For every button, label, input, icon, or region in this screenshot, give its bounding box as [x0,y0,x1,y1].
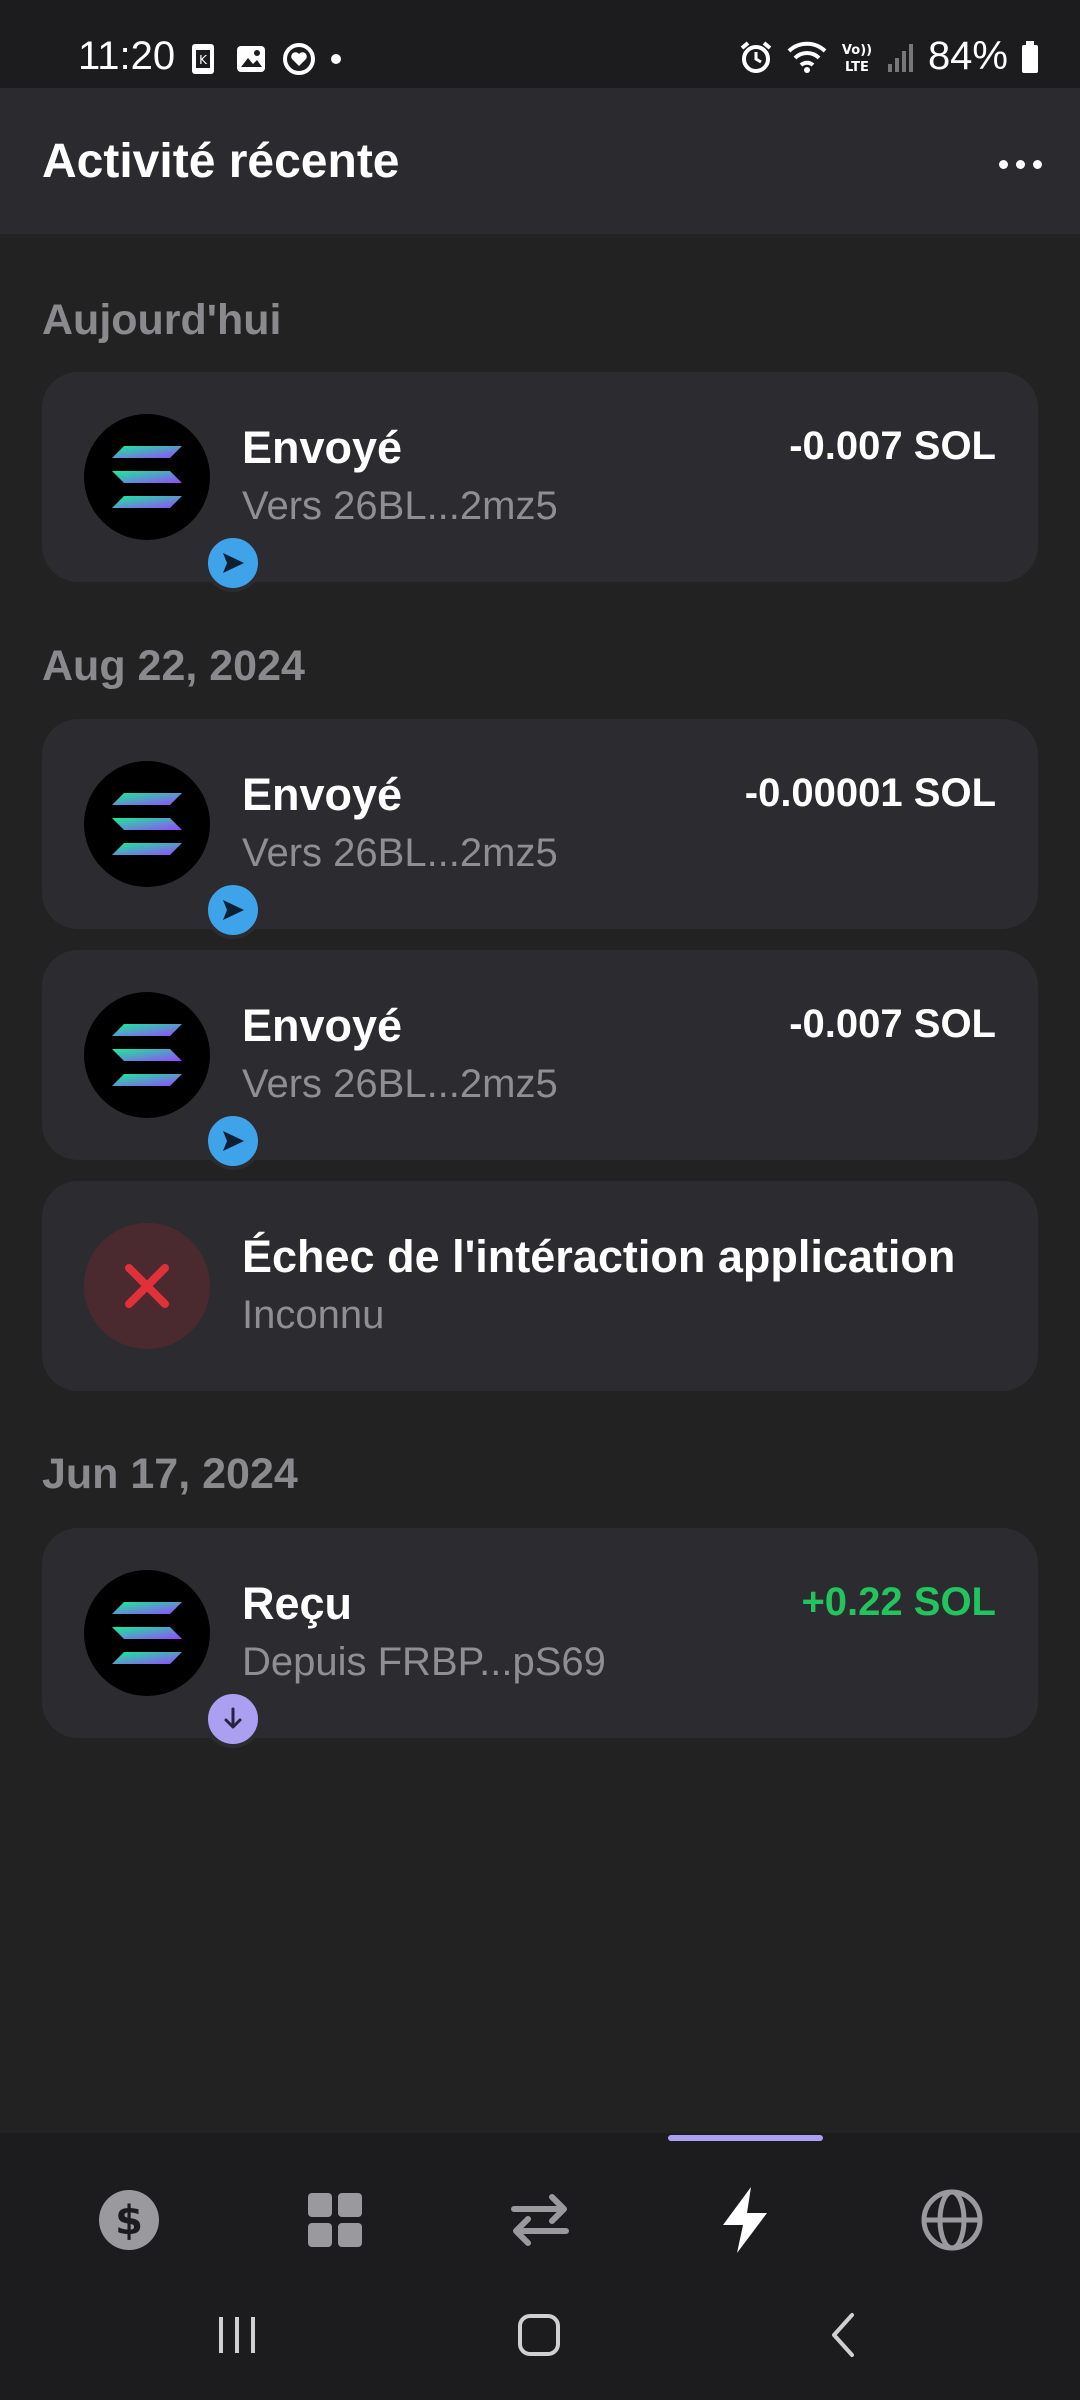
section-label-jun-17: Jun 17, 2024 [42,1450,298,1498]
more-dot-icon [998,159,1008,169]
sent-badge [204,1112,262,1170]
transaction-amount: -0.00001 SOL [744,771,996,815]
page-title: Activité récente [42,135,400,188]
transaction-title: Envoyé [242,422,403,473]
transaction-amount: -0.007 SOL [789,1002,996,1046]
more-options-button[interactable] [990,144,1050,184]
transaction-title: Reçu [242,1578,353,1629]
battery-icon [1022,40,1038,73]
section-label-today: Aujourd'hui [42,296,282,344]
transaction-item[interactable]: Envoyé Vers 26BL...2mz5 -0.007 SOL [42,950,1038,1170]
transaction-subtitle: Inconnu [242,1293,385,1337]
nav-tab-collectibles[interactable] [280,2170,390,2270]
gallery-icon [237,46,265,72]
dot-icon [331,54,341,64]
solana-token-avatar [84,992,262,1170]
nav-tab-swap[interactable] [485,2170,595,2270]
transaction-amount: +0.22 SOL [801,1580,996,1624]
transaction-title: Envoyé [242,1000,403,1051]
home-button[interactable] [494,2300,584,2370]
globe-icon [921,2189,983,2251]
svg-text:K: K [199,53,208,67]
solana-logo-icon [112,1024,182,1086]
solana-token-avatar [84,1570,262,1748]
transaction-subtitle: Vers 26BL...2mz5 [242,1062,558,1106]
sent-badge [204,534,262,592]
home-icon [518,2314,560,2356]
close-x-icon [125,1264,169,1308]
svg-text:LTE: LTE [845,60,869,75]
send-arrow-icon [223,553,244,573]
lightning-icon [723,2187,767,2253]
recent-apps-button[interactable] [192,2300,282,2370]
status-notification-icons: K [186,42,342,76]
solana-logo-icon [112,793,182,855]
more-dot-icon [1015,159,1025,169]
svg-text:Vo)): Vo)) [842,43,872,58]
failed-avatar [84,1223,210,1349]
solana-token-avatar [84,414,262,592]
transaction-subtitle: Vers 26BL...2mz5 [242,831,558,875]
status-right-icons: Vo)) LTE 84% [738,34,1040,79]
solana-logo-icon [112,446,182,508]
more-dot-icon [1032,159,1042,169]
section-label-aug-22: Aug 22, 2024 [42,642,305,690]
transaction-item[interactable]: Envoyé Vers 26BL...2mz5 -0.007 SOL [42,372,1038,592]
recent-apps-icon [219,2317,255,2353]
alarm-icon [740,40,772,73]
transaction-title: Échec de l'intéraction application [242,1231,956,1282]
transaction-title: Envoyé [242,769,403,820]
nav-tab-activity[interactable] [690,2170,800,2270]
health-icon [283,43,315,75]
arrow-down-icon [224,1707,242,1729]
transaction-amount: -0.007 SOL [789,424,996,468]
battery-percentage: 84% [927,34,1008,78]
status-time: 11:20 [78,34,176,78]
send-arrow-icon [223,1131,244,1151]
dollar-icon: $ [99,2190,159,2250]
volte-icon: Vo)) LTE [842,43,872,75]
back-button[interactable] [798,2300,888,2370]
received-badge [204,1690,262,1748]
transaction-subtitle: Depuis FRBP...pS69 [242,1640,606,1684]
transaction-item[interactable]: Reçu Depuis FRBP...pS69 +0.22 SOL [42,1528,1038,1748]
swap-icon [511,2194,569,2246]
solana-token-avatar [84,761,262,939]
transaction-item[interactable]: Échec de l'intéraction application Incon… [42,1181,1038,1391]
grid-icon [308,2193,362,2247]
app-notification-icon: K [192,44,214,74]
back-chevron-icon [832,2313,854,2357]
signal-icon [887,43,913,72]
nav-tab-wallet[interactable]: $ [74,2170,184,2270]
transaction-item[interactable]: Envoyé Vers 26BL...2mz5 -0.00001 SOL [42,719,1038,939]
active-tab-indicator [668,2135,823,2141]
transaction-subtitle: Vers 26BL...2mz5 [242,484,558,528]
svg-text:$: $ [115,2198,143,2244]
sent-badge [204,881,262,939]
nav-tab-explore[interactable] [897,2170,1007,2270]
wifi-icon [787,41,827,73]
header: Activité récente [0,88,1080,234]
send-arrow-icon [223,900,244,920]
solana-logo-icon [112,1602,182,1664]
status-bar: 11:20 K Vo)) LTE 84% [0,0,1080,88]
